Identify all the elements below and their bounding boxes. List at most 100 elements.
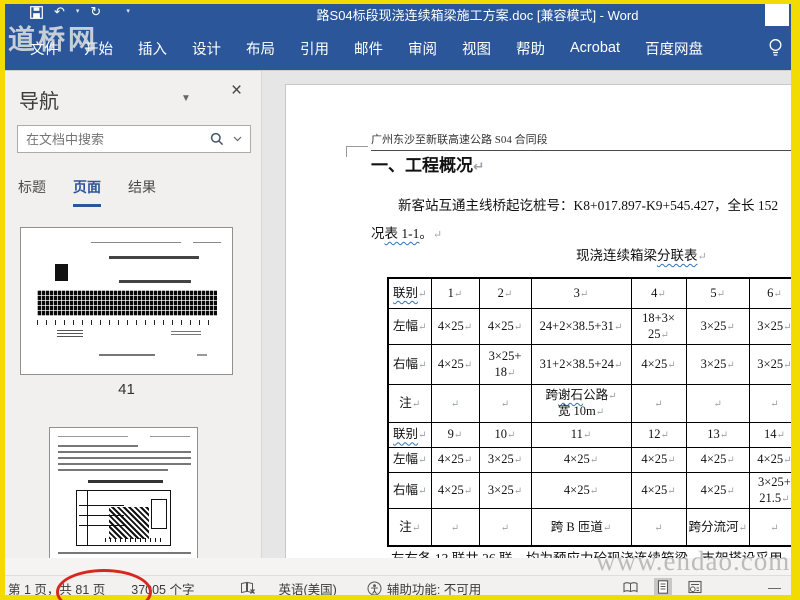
table-cell[interactable]: 4×25↵ (685, 446, 750, 473)
page-thumbnail-next[interactable] (49, 427, 198, 558)
table-cell[interactable]: 2↵ (478, 277, 532, 309)
undo-dropdown-icon[interactable]: ▾ (76, 5, 80, 19)
language-indicator[interactable]: 英语(美国) (278, 579, 336, 598)
lightbulb-icon[interactable] (767, 38, 784, 58)
ribbon-tab-8[interactable]: 视图 (462, 38, 491, 59)
ribbon-tab-row: 文件 开始 插入 设计 布局 引用 邮件 审阅 视图 帮助 Acrobat 百度网盘 (0, 26, 800, 70)
table-cell[interactable]: 联别↵ (387, 421, 432, 448)
table-cell[interactable]: 3×25↵ (748, 307, 800, 345)
page-thumbnail-41[interactable] (20, 227, 233, 375)
ribbon-tab-9[interactable]: 帮助 (516, 38, 545, 59)
table-cell[interactable]: 4×25↵ (685, 471, 750, 509)
search-input[interactable] (18, 131, 210, 147)
search-dropdown-icon[interactable] (233, 136, 242, 142)
undo-icon[interactable]: ↶ (54, 5, 65, 19)
nav-tab-results[interactable]: 结果 (128, 177, 156, 207)
ribbon-tab-11[interactable]: 百度网盘 (645, 38, 703, 59)
nav-tab-headings[interactable]: 标题 (18, 177, 46, 207)
table-cell[interactable]: 左幅↵ (387, 446, 432, 473)
table-cell[interactable]: 4×25↵ (630, 343, 687, 385)
ribbon-tab-10[interactable]: Acrobat (570, 40, 620, 56)
table-cell[interactable]: ↵ (478, 507, 532, 547)
nav-pane-close-icon[interactable]: × (231, 80, 242, 102)
table-cell[interactable]: 注↵ (387, 507, 432, 547)
table-cell[interactable]: 14↵ (748, 421, 800, 448)
end-of-cell-mark: ↵ (411, 522, 421, 534)
table-cell[interactable]: 4×25↵ (630, 446, 687, 473)
table-cell[interactable]: 4×25↵ (530, 471, 632, 509)
end-of-cell-mark: ↵ (513, 485, 523, 497)
table-cell[interactable]: 3×25↵ (685, 307, 750, 345)
table-cell[interactable]: 13↵ (685, 421, 750, 448)
table-cell[interactable]: ↵ (478, 383, 532, 423)
table-cell[interactable]: 3×25+ 21.5↵ (748, 471, 800, 509)
save-icon[interactable] (30, 5, 43, 19)
table-cell[interactable]: 4×25↵ (430, 471, 480, 509)
zoom-out-button[interactable]: — (768, 580, 781, 595)
table-cell[interactable]: ↵ (430, 383, 480, 423)
table-cell[interactable]: 11↵ (530, 421, 632, 448)
table-cell[interactable]: 跨分流河↵ (685, 507, 750, 547)
table-cell[interactable]: ↵ (748, 507, 800, 547)
table-cell[interactable]: 5↵ (685, 277, 750, 309)
table-cell[interactable]: ↵ (748, 383, 800, 423)
ribbon-tab-4[interactable]: 布局 (246, 38, 275, 59)
table-cell[interactable]: 24+2×38.5+31↵ (530, 307, 632, 345)
ribbon-tab-7[interactable]: 审阅 (408, 38, 437, 59)
table-cell[interactable]: 左幅↵ (387, 307, 432, 345)
table-cell[interactable]: 右幅↵ (387, 343, 432, 385)
table-cell[interactable]: 跨谢石公路↵ 宽 10m↵ (530, 383, 632, 423)
accessibility-status[interactable]: 辅助功能: 不可用 (387, 579, 481, 598)
ribbon-tab-5[interactable]: 引用 (300, 38, 329, 59)
nav-pane-dropdown-icon[interactable]: ▼ (181, 93, 191, 104)
document-page[interactable]: 广州东沙至新联高速公路 S04 合同段 一、工程概况↵ 新客站互通主线桥起讫桩号… (285, 84, 800, 558)
table-cell[interactable]: 1↵ (430, 277, 480, 309)
table-cell[interactable]: 3↵ (530, 277, 632, 309)
table-cell[interactable]: 4×25↵ (530, 446, 632, 473)
web-layout-icon[interactable] (685, 578, 705, 596)
table-cell[interactable]: 4↵ (630, 277, 687, 309)
table-cell[interactable]: 3×25+ 18↵ (478, 343, 532, 385)
table-cell[interactable]: 4×25↵ (430, 307, 480, 345)
table-cell[interactable]: ↵ (430, 507, 480, 547)
table-cell[interactable]: 3×25↵ (478, 446, 532, 473)
table-cell[interactable]: 18+3× 25↵ (630, 307, 687, 345)
bridge-elevation-drawing (37, 290, 217, 316)
table-cell[interactable]: 3×25↵ (748, 343, 800, 385)
table-cell[interactable]: 6↵ (748, 277, 800, 309)
table-cell[interactable]: 4×25↵ (748, 446, 800, 473)
table-cell[interactable]: 4×25↵ (630, 471, 687, 509)
section-heading: 一、工程概况↵ (371, 156, 485, 175)
table-cell[interactable]: 4×25↵ (430, 446, 480, 473)
table-cell[interactable]: 9↵ (430, 421, 480, 448)
ribbon-tab-6[interactable]: 邮件 (354, 38, 383, 59)
read-mode-icon[interactable] (620, 579, 641, 595)
table-cell[interactable]: 31+2×38.5+24↵ (530, 343, 632, 385)
ribbon-tab-2[interactable]: 插入 (138, 38, 167, 59)
table-cell[interactable]: 4×25↵ (478, 307, 532, 345)
table-cell[interactable]: ↵ (630, 383, 687, 423)
print-layout-icon[interactable] (654, 578, 672, 596)
table-cell[interactable]: ↵ (685, 383, 750, 423)
table-cell[interactable]: 右幅↵ (387, 471, 432, 509)
table-cell[interactable]: 3×25↵ (478, 471, 532, 509)
proofing-errors-icon[interactable] (240, 581, 256, 595)
end-of-cell-mark: ↵ (418, 455, 427, 467)
table-cell[interactable]: ↵ (630, 507, 687, 547)
table-cell[interactable]: 注↵ (387, 383, 432, 423)
page-thumbnails: 41 (5, 221, 261, 558)
table-cell[interactable]: 联别↵ (387, 277, 432, 309)
table-cell[interactable]: 3×25↵ (685, 343, 750, 385)
table-cell[interactable]: 跨 B 匝道↵ (530, 507, 632, 547)
table-cell[interactable]: 10↵ (478, 421, 532, 448)
end-of-cell-mark: ↵ (726, 359, 735, 371)
end-of-cell-mark: ↵ (579, 289, 589, 301)
end-of-cell-mark: ↵ (507, 368, 516, 379)
table-cell[interactable]: 12↵ (630, 421, 687, 448)
nav-tab-pages[interactable]: 页面 (73, 177, 101, 207)
table-cell[interactable]: 4×25↵ (430, 343, 480, 385)
ribbon-tab-3[interactable]: 设计 (192, 38, 221, 59)
qat-customize-icon[interactable]: ▾ (126, 5, 130, 19)
search-icon[interactable] (210, 132, 224, 146)
redo-icon[interactable]: ↻ (90, 5, 101, 19)
